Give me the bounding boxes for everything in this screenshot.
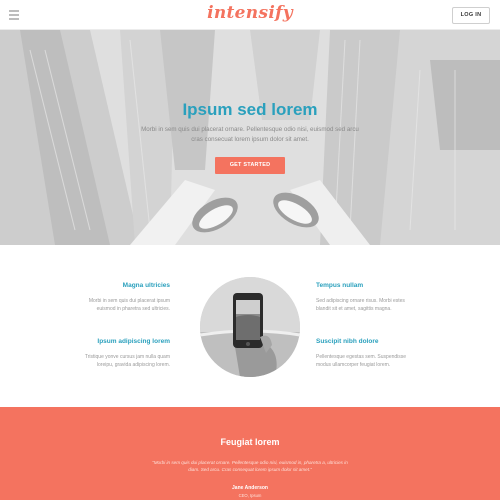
- testimonial-author-role: CEO, Ipsum: [238, 493, 262, 498]
- phone-in-hand-image: [200, 277, 300, 377]
- hero-banner: Ipsum sed lorem Morbi in sem quis dui pl…: [0, 30, 500, 245]
- feature-text-ipsum-adipiscing-lorem: Tristique yonve cursus jam nulla quam lo…: [84, 354, 170, 368]
- feature-text-suscipit-nibh-dolore: Pellentesque egestas sem. Suspendisse mo…: [316, 354, 407, 368]
- testimonial-quote: “Morbi in sem quis dui placerat ornare. …: [152, 460, 348, 472]
- testimonial-title: Feugiat lorem: [220, 437, 280, 447]
- get-started-button[interactable]: GET STARTED: [215, 157, 285, 174]
- feature-text-magna-ultricies: Morbi in sem quis dui placerat ipsum eui…: [88, 298, 170, 312]
- site-logo[interactable]: intensify: [0, 3, 500, 23]
- feature-title-ipsum-adipiscing-lorem: Ipsum adipiscing lorem: [97, 338, 170, 345]
- login-button[interactable]: LOG IN: [452, 7, 490, 24]
- testimonial-author: Jane Anderson: [232, 485, 268, 491]
- site-header: intensify LOG IN: [0, 0, 500, 30]
- feature-title-magna-ultricies: Magna ultricies: [122, 282, 170, 289]
- hero-description: Morbi in sem quis dui placerat ornare. P…: [141, 126, 359, 143]
- feature-title-suscipit-nibh-dolore: Suscipit nibh dolore: [316, 338, 379, 345]
- feature-text-tempus-nullam: Sed adipiscing ornare risus. Morbi estes…: [316, 298, 405, 312]
- testimonial-section: Feugiat lorem “Morbi in sem quis dui pla…: [0, 407, 500, 500]
- feature-title-tempus-nullam: Tempus nullam: [316, 282, 364, 289]
- hero-title: Ipsum sed lorem: [182, 100, 318, 119]
